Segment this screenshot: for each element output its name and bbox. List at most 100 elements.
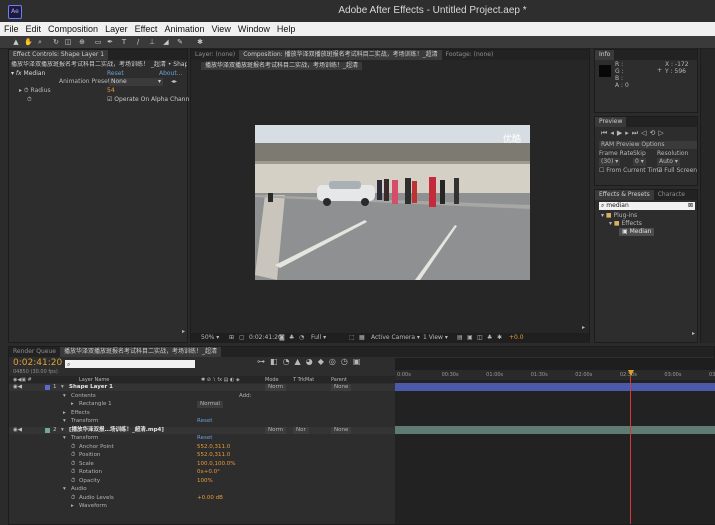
stopwatch-icon[interactable]: ⏱ <box>71 495 75 502</box>
row-value[interactable]: Reset <box>197 435 212 442</box>
viewer-resize-icon[interactable]: ▸ <box>582 324 585 331</box>
effects-search-input[interactable]: ⌕ median ⊠ <box>599 202 695 210</box>
label-color-swatch[interactable] <box>45 427 50 433</box>
rectangle-tool-icon[interactable]: ▭ <box>94 38 102 46</box>
col-parent[interactable]: Parent <box>331 376 347 384</box>
camera-tool-icon[interactable]: ◫ <box>64 38 72 46</box>
row-value[interactable]: 552.0,311.0 <box>197 452 230 459</box>
timeline-search-input[interactable]: ⌕ <box>65 360 195 368</box>
zoom-tool-icon[interactable]: ⌕ <box>36 38 44 46</box>
timeline-property-row[interactable]: ⏱ Opacity 100% <box>9 478 402 485</box>
row-value[interactable]: 0x+0.0° <box>197 469 220 476</box>
tab-layer[interactable]: Layer: (none) <box>191 50 239 60</box>
row-value[interactable]: 100% <box>197 478 213 485</box>
menu-view[interactable]: View <box>211 24 230 34</box>
collapse-arrow-icon[interactable]: ▾ <box>63 435 66 442</box>
resolution-dropdown-preview[interactable]: Auto ▾ <box>657 158 680 166</box>
view-layout-dropdown[interactable]: 1 View ▾ <box>423 334 448 342</box>
menu-edit[interactable]: Edit <box>26 24 42 34</box>
motion-blur-icon[interactable]: ◕ <box>306 357 318 366</box>
timeline-property-row[interactable]: ▾ Transform Reset <box>9 418 402 425</box>
flowchart-icon[interactable]: ♣ <box>487 334 492 342</box>
brainstorm-icon[interactable]: ◆ <box>318 357 329 366</box>
layer-1-duration-bar[interactable] <box>395 383 715 391</box>
tab-footage[interactable]: Footage: (none) <box>442 50 498 60</box>
timeline-property-row[interactable]: ▾ Contents Add: <box>9 393 402 400</box>
comp-mini-flowchart-icon[interactable]: ⊶ <box>257 357 270 366</box>
menu-layer[interactable]: Layer <box>105 24 128 34</box>
transparency-grid-icon[interactable]: ▦ <box>359 334 365 342</box>
tree-median[interactable]: ▣ Median <box>619 228 655 236</box>
frame-blending-icon[interactable]: ▲ <box>295 357 306 366</box>
timeline-property-row[interactable]: ⏱ Anchor Point 552.0,311.0 <box>9 444 402 451</box>
timeline-property-row[interactable]: ⏱ Rotation 0x+0.0° <box>9 469 402 476</box>
timeline-property-row[interactable]: ▾ Audio <box>9 486 402 493</box>
region-of-interest-icon[interactable]: ⬚ <box>349 334 355 342</box>
first-frame-icon[interactable]: ⏮ <box>601 129 610 137</box>
menu-help[interactable]: Help <box>277 24 296 34</box>
tab-character[interactable]: Characte <box>654 190 689 200</box>
draft-3d-icon[interactable]: ◧ <box>270 357 283 366</box>
label-color-swatch[interactable] <box>45 385 50 390</box>
timeline-timecode[interactable]: 0:02:41:20 <box>13 358 62 368</box>
loop-icon[interactable]: ⟲ <box>649 129 658 137</box>
zoom-dropdown[interactable]: 50% ▾ <box>201 334 219 342</box>
timeline-property-row[interactable]: ▸ Waveform <box>9 503 402 510</box>
row-value[interactable]: Reset <box>197 418 212 425</box>
tree-effects[interactable]: ▾ ■ Effects <box>609 220 642 228</box>
timeline-property-row[interactable]: ▸ Rectangle 1 Normal <box>9 401 402 408</box>
tab-effects-presets[interactable]: Effects & Presets <box>595 190 654 200</box>
render-icon[interactable]: ▣ <box>353 357 366 366</box>
reset-exposure-icon[interactable]: ✱ <box>497 334 502 342</box>
tab-timeline-comp[interactable]: 播放华泽双播放斑报名考试科目二实战，考场训练！_超清 <box>59 347 221 357</box>
time-navigator[interactable] <box>395 358 715 370</box>
expand-arrow-icon[interactable]: ▸ <box>63 410 66 417</box>
current-time-indicator[interactable] <box>630 376 631 524</box>
blend-mode-dropdown[interactable]: Norm <box>265 426 287 434</box>
stopwatch-icon[interactable]: ⏱ <box>71 469 75 476</box>
full-screen-checkbox[interactable]: ☐ Full Screen <box>657 167 697 175</box>
eraser-tool-icon[interactable]: ◢ <box>162 38 170 46</box>
tab-composition[interactable]: Composition: 播放华泽双播放斑报名考试科目二实战，考场训练！_超清 <box>239 50 442 60</box>
presets-nav-arrows-icon[interactable]: ◂▸ <box>171 78 177 86</box>
timeline-property-row[interactable]: ▾ Transform Reset <box>9 435 402 442</box>
tab-info[interactable]: Info <box>595 50 615 60</box>
collapse-arrow-icon[interactable]: ▾ <box>63 418 66 425</box>
rotate-tool-icon[interactable]: ↻ <box>52 38 60 46</box>
time-ruler[interactable]: 0:00s 00:30s 01:00s 01:30s 02:00s 02:30s 03:00… <box>395 370 715 380</box>
snapshot-icon[interactable]: ◙ <box>279 334 285 342</box>
pan-behind-tool-icon[interactable]: ⊕ <box>78 38 86 46</box>
ram-preview-options[interactable]: RAM Preview Options <box>599 141 697 149</box>
col-layer-name[interactable]: Layer Name <box>79 376 109 384</box>
stopwatch-icon[interactable]: ⏱ <box>71 461 75 468</box>
composition-timecode[interactable]: 0:02:41:20 <box>249 334 282 342</box>
hand-tool-icon[interactable]: ✋ <box>24 38 33 46</box>
blend-mode-dropdown[interactable]: Norm <box>265 384 287 391</box>
alpha-stopwatch-icon[interactable]: ⏱ <box>27 96 32 104</box>
from-current-time-checkbox[interactable]: ☐ From Current Time <box>599 167 662 175</box>
clone-stamp-tool-icon[interactable]: ⊥ <box>148 38 156 46</box>
ram-preview-icon[interactable]: ▷ <box>658 129 666 137</box>
toggle-pixel-aspect-icon[interactable]: ▤ <box>457 334 463 342</box>
tree-plug-ins[interactable]: ▾ ■ Plug-ins <box>601 212 637 220</box>
stopwatch-icon[interactable]: ⏱ <box>71 478 75 485</box>
effect-about-link[interactable]: About... <box>159 70 182 78</box>
collapse-arrow-icon[interactable]: ▾ <box>63 393 66 400</box>
keyframe-graph-icon[interactable]: ◎ <box>329 357 341 366</box>
visibility-eye-icon[interactable]: ◉◀ <box>13 427 22 434</box>
expand-arrow-icon[interactable]: ▸ <box>71 503 74 510</box>
operate-on-alpha-checkbox[interactable]: ☑ Operate On Alpha Chann <box>107 96 189 104</box>
composition-breadcrumb[interactable]: 播放华泽双播放斑报名考试科目二实战，考场训练！_超清 <box>201 62 363 70</box>
row-value[interactable]: 100.0,100.0% <box>197 461 235 468</box>
selection-tool-icon[interactable]: ▲ <box>12 38 20 46</box>
parent-dropdown[interactable]: None <box>331 426 352 434</box>
grid-icon[interactable]: ⊞ <box>229 334 234 342</box>
play-icon[interactable]: ▶ <box>617 129 625 137</box>
col-mode[interactable]: Mode <box>265 376 279 384</box>
fast-previews-icon[interactable]: ▣ <box>467 334 473 342</box>
radius-value[interactable]: 54 <box>107 87 115 95</box>
exposure-value[interactable]: +0.0 <box>509 334 524 342</box>
stopwatch-icon[interactable]: ⏱ <box>71 444 75 451</box>
pen-tool-icon[interactable]: ✒ <box>106 38 114 46</box>
add-content-label[interactable]: Add: <box>239 393 252 400</box>
